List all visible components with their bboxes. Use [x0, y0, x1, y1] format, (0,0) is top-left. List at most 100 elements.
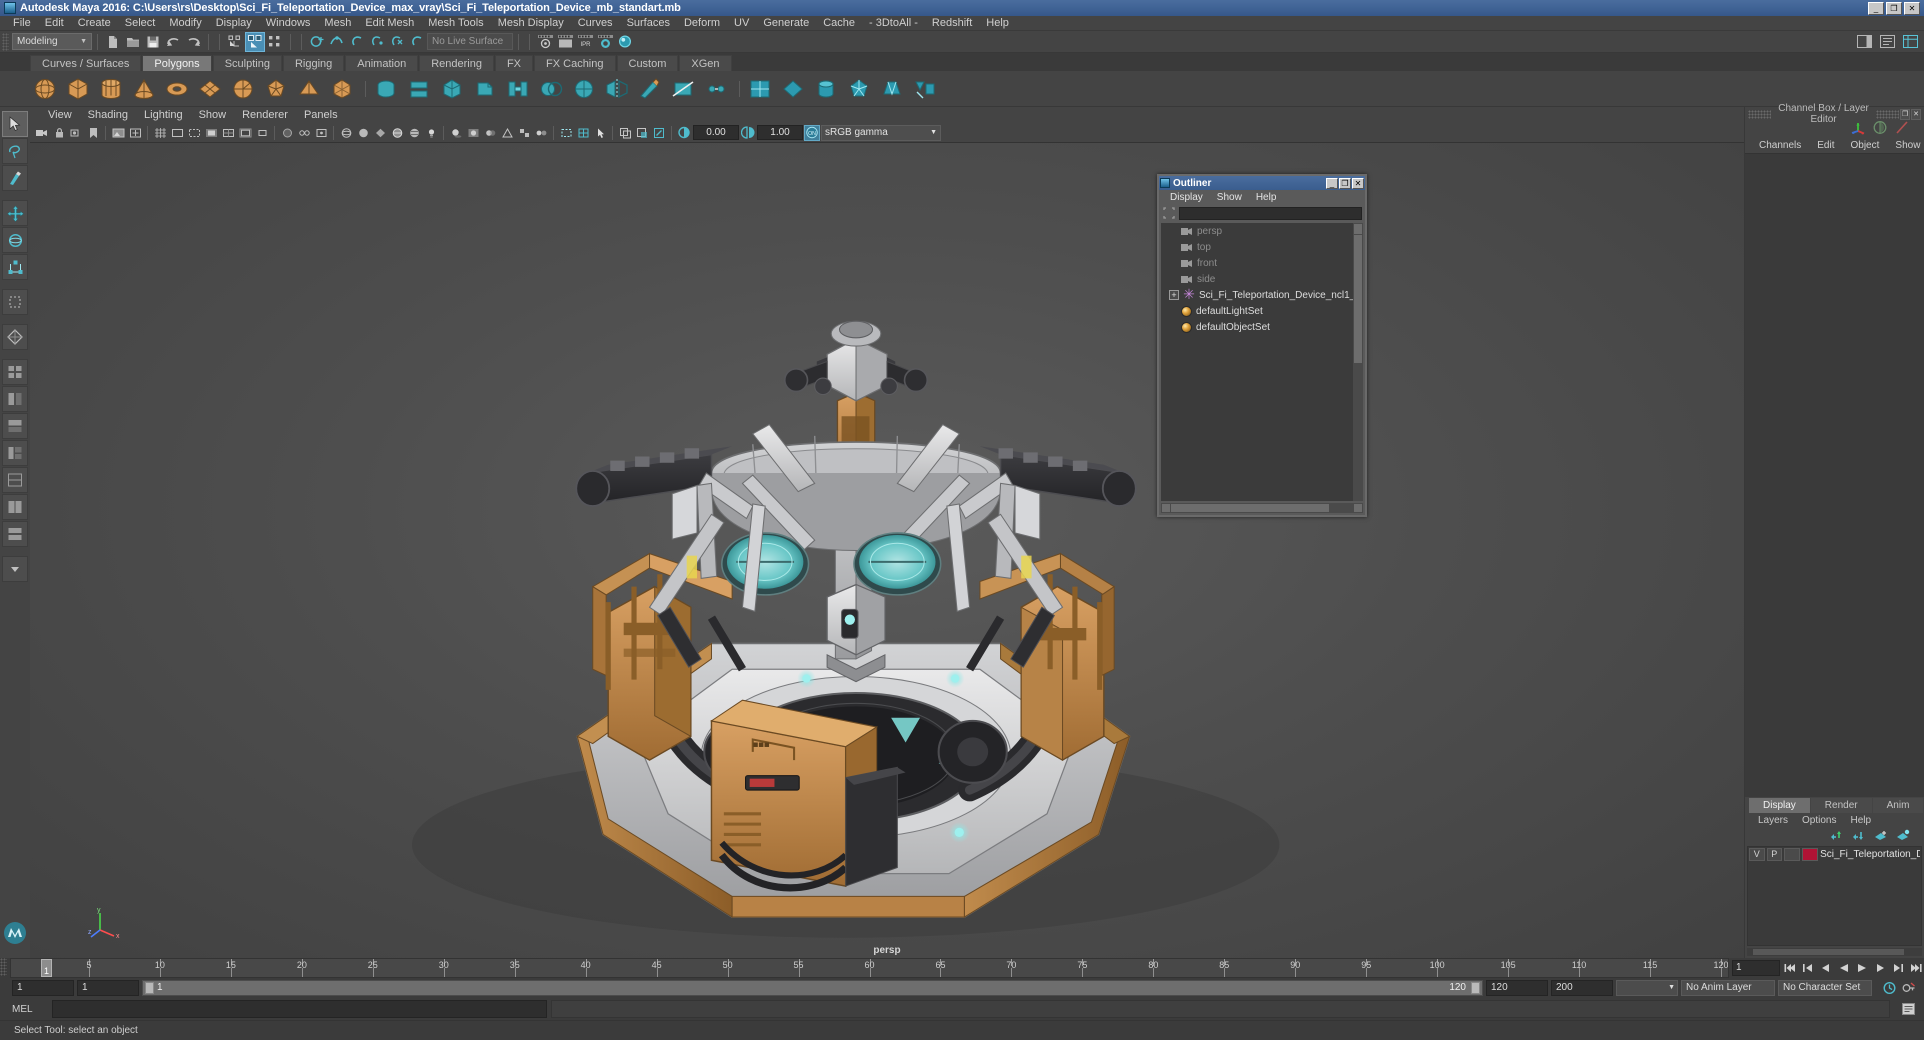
- menu-uv[interactable]: UV: [727, 16, 756, 31]
- snapshot-viewport-icon[interactable]: [651, 125, 667, 141]
- selection-filter-icon[interactable]: [1162, 207, 1176, 220]
- persp-uv-layout[interactable]: [2, 467, 28, 493]
- range-end-handle[interactable]: [1471, 982, 1480, 994]
- bookmarks-icon[interactable]: [85, 125, 101, 141]
- gate-mask-icon[interactable]: [203, 125, 219, 141]
- close-button[interactable]: ✕: [1904, 1, 1920, 15]
- menu-mesh-display[interactable]: Mesh Display: [491, 16, 571, 31]
- move-tool[interactable]: [2, 200, 28, 226]
- undock-panel-button[interactable]: ❐: [1900, 108, 1911, 120]
- safe-title-icon[interactable]: [254, 125, 270, 141]
- outliner-menu-display[interactable]: Display: [1163, 192, 1210, 203]
- step-back-key-icon[interactable]: [1800, 960, 1816, 976]
- outliner-item-persp[interactable]: persp: [1161, 223, 1363, 239]
- window-controls[interactable]: _ ❐ ✕: [1868, 1, 1922, 15]
- outliner-minimize-button[interactable]: _: [1326, 177, 1338, 189]
- toolbar-grip[interactable]: [2, 32, 9, 51]
- close-panel-button[interactable]: ✕: [1911, 108, 1921, 120]
- menu-windows[interactable]: Windows: [259, 16, 318, 31]
- scroll-left-arrow-icon[interactable]: [1162, 504, 1170, 512]
- select-by-component-icon[interactable]: [265, 32, 285, 52]
- outliner-window[interactable]: Outliner _ ❐ ✕ Display Show Help persp t…: [1157, 174, 1367, 517]
- uv-unfold-icon[interactable]: [877, 74, 907, 104]
- layer-row[interactable]: V P Sci_Fi_Teleportation_D: [1748, 847, 1921, 861]
- menu-3dtoall[interactable]: - 3DtoAll -: [862, 16, 925, 31]
- play-forwards-icon[interactable]: [1854, 960, 1870, 976]
- two-pane-side-layout[interactable]: [2, 494, 28, 520]
- booleans-icon[interactable]: [536, 74, 566, 104]
- uv-editor-icon[interactable]: [745, 74, 775, 104]
- attribute-editor-icon[interactable]: [1872, 120, 1888, 138]
- undo-icon[interactable]: [163, 32, 183, 52]
- uv-planar-icon[interactable]: [778, 74, 808, 104]
- perspective-viewport[interactable]: ■■■ y x z persp: [30, 143, 1744, 958]
- image-plane-icon[interactable]: [110, 125, 126, 141]
- anim-end-field[interactable]: 200: [1551, 980, 1613, 996]
- timeline-grip[interactable]: [0, 958, 7, 976]
- shelf-tab-sculpting[interactable]: Sculpting: [212, 55, 282, 71]
- anim-start-field[interactable]: 1: [12, 980, 74, 996]
- menu-generate[interactable]: Generate: [756, 16, 816, 31]
- menu-curves[interactable]: Curves: [571, 16, 620, 31]
- mel-input[interactable]: [52, 1000, 547, 1018]
- outliner-close-button[interactable]: ✕: [1352, 177, 1364, 189]
- range-end-field[interactable]: 120: [1486, 980, 1548, 996]
- expand-toggle-icon[interactable]: +: [1169, 290, 1179, 300]
- channel-box-icon[interactable]: [1900, 32, 1920, 52]
- layer-color-swatch[interactable]: [1801, 847, 1819, 861]
- poly-torus-icon[interactable]: [162, 74, 192, 104]
- channel-menu-show[interactable]: Show: [1887, 140, 1924, 151]
- outliner-item-side[interactable]: side: [1161, 271, 1363, 287]
- bevel-icon[interactable]: [470, 74, 500, 104]
- ipr-render-icon[interactable]: IPR: [575, 32, 595, 52]
- shelf-tab-animation[interactable]: Animation: [345, 55, 419, 71]
- menu-mesh[interactable]: Mesh: [317, 16, 358, 31]
- snap-to-curve-icon[interactable]: [327, 32, 347, 52]
- textured-icon[interactable]: [406, 125, 422, 141]
- range-slider[interactable]: 1 120: [142, 980, 1483, 996]
- two-d-pan-zoom-icon[interactable]: [127, 125, 143, 141]
- live-surface-field[interactable]: No Live Surface: [427, 33, 513, 50]
- move-layer-up-icon[interactable]: [1830, 829, 1844, 844]
- menu-select[interactable]: Select: [118, 16, 163, 31]
- menu-display[interactable]: Display: [209, 16, 259, 31]
- exposure-icon[interactable]: [676, 125, 692, 141]
- two-pane-stacked-layout[interactable]: [2, 521, 28, 547]
- exposure-field[interactable]: 0.00: [693, 125, 739, 140]
- outliner-item-front[interactable]: front: [1161, 255, 1363, 271]
- ao-icon[interactable]: [465, 125, 481, 141]
- viewport-menu-shading[interactable]: Shading: [80, 109, 136, 121]
- attribute-editor-icon[interactable]: [1877, 32, 1897, 52]
- layer-list-scrollbar[interactable]: [1747, 948, 1922, 956]
- range-options-dropdown[interactable]: ▼: [1616, 980, 1678, 996]
- viewport-menu-view[interactable]: View: [40, 109, 80, 121]
- maximize-button[interactable]: ❐: [1886, 1, 1902, 15]
- render-view-icon[interactable]: [535, 32, 555, 52]
- wireframe-icon[interactable]: [338, 125, 354, 141]
- outliner-item-default-light-set[interactable]: defaultLightSet: [1161, 303, 1363, 319]
- poly-disc-icon[interactable]: [228, 74, 258, 104]
- channel-box-content[interactable]: [1745, 153, 1924, 797]
- poly-pyramid-icon[interactable]: [294, 74, 324, 104]
- current-frame-field[interactable]: 1: [1732, 960, 1780, 976]
- poly-cone-icon[interactable]: [129, 74, 159, 104]
- persp-hypershade-layout[interactable]: [2, 440, 28, 466]
- snap-to-view-plane-icon[interactable]: [387, 32, 407, 52]
- persp-graph-layout[interactable]: [2, 413, 28, 439]
- layer-menu-help[interactable]: Help: [1843, 815, 1878, 826]
- menu-redshift[interactable]: Redshift: [925, 16, 979, 31]
- new-scene-icon[interactable]: [103, 32, 123, 52]
- menu-set-selector[interactable]: Modeling ▼: [12, 33, 92, 50]
- snap-to-projected-center-icon[interactable]: [367, 32, 387, 52]
- film-gate-icon[interactable]: [169, 125, 185, 141]
- new-layer-icon[interactable]: [1874, 829, 1888, 844]
- layer-menu-layers[interactable]: Layers: [1751, 815, 1795, 826]
- rotate-tool[interactable]: [2, 227, 28, 253]
- poly-sphere-icon[interactable]: [30, 74, 60, 104]
- shelf-tab-fx-caching[interactable]: FX Caching: [534, 55, 616, 71]
- outliner-vertical-scrollbar[interactable]: [1353, 223, 1363, 501]
- uv-automatic-icon[interactable]: [844, 74, 874, 104]
- layer-list[interactable]: V P Sci_Fi_Teleportation_D: [1747, 846, 1922, 946]
- range-start-field[interactable]: 1: [77, 980, 139, 996]
- menu-file[interactable]: File: [6, 16, 38, 31]
